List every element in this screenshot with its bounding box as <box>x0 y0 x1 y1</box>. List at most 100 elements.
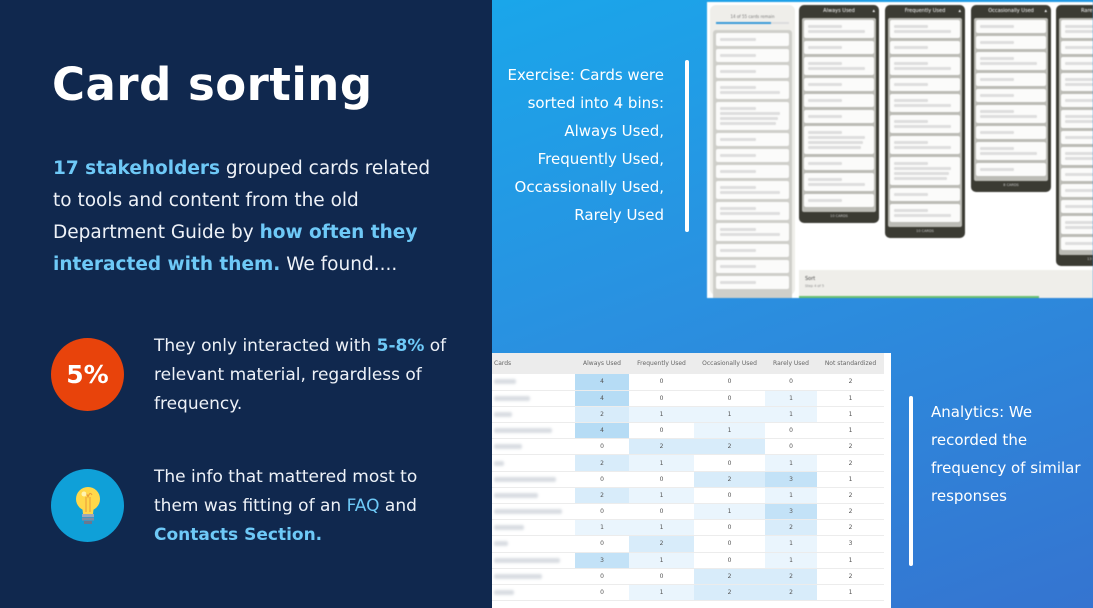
sort-card[interactable] <box>804 194 874 207</box>
page-title: Card sorting <box>52 58 373 111</box>
sort-card[interactable] <box>890 94 960 112</box>
bin-frequently-used[interactable]: Frequently Used 10 CARDS <box>885 5 965 238</box>
count-cell: 2 <box>575 454 629 472</box>
count-cell: 0 <box>765 422 817 440</box>
sort-card[interactable] <box>1061 216 1093 234</box>
sort-card[interactable] <box>890 78 960 91</box>
count-cell: 0 <box>629 374 694 391</box>
count-cell: 1 <box>629 584 694 602</box>
sort-card[interactable] <box>976 126 1046 139</box>
sort-card[interactable] <box>976 105 1046 123</box>
sort-card[interactable] <box>976 163 1046 176</box>
count-cell: 3 <box>765 503 817 521</box>
sort-card[interactable] <box>1061 200 1093 213</box>
bin-occasionally-used[interactable]: Occasionally Used 8 CARDS <box>971 5 1051 192</box>
sort-card[interactable] <box>716 244 789 257</box>
column-header[interactable]: Not standardized <box>817 353 884 374</box>
sort-card[interactable] <box>716 65 789 78</box>
sort-card[interactable] <box>1061 20 1093 38</box>
sort-card[interactable] <box>1061 94 1093 107</box>
bin-always-used[interactable]: Always Used 10 CARDS <box>799 5 879 223</box>
count-cell: 0 <box>629 568 694 585</box>
count-cell: 0 <box>575 503 629 521</box>
table-row: 00222 <box>492 568 884 585</box>
sort-label: Sort <box>805 276 816 282</box>
count-cell: 1 <box>817 471 884 488</box>
right-panel: Exercise: Cards were sorted into 4 bins:… <box>492 0 1093 608</box>
column-header[interactable]: Frequently Used <box>629 353 694 374</box>
sort-card[interactable] <box>804 173 874 191</box>
sort-card[interactable] <box>890 41 960 54</box>
count-cell: 2 <box>765 568 817 585</box>
sort-card[interactable] <box>890 57 960 75</box>
sort-card[interactable] <box>804 20 874 38</box>
sort-card[interactable] <box>716 165 789 178</box>
sort-card[interactable] <box>976 36 1046 49</box>
sort-card[interactable] <box>976 73 1046 86</box>
sort-card[interactable] <box>716 33 789 46</box>
sort-card[interactable] <box>976 89 1046 102</box>
analytics-caption: Analytics: We recorded the frequency of … <box>931 403 1081 505</box>
count-cell: 3 <box>817 535 884 553</box>
card-name-cell <box>492 422 575 440</box>
column-header[interactable]: Occasionally Used <box>694 353 765 374</box>
redacted-card-name <box>494 557 560 563</box>
finding-text-part: They only interacted with <box>154 336 377 356</box>
sort-card[interactable] <box>1061 110 1093 128</box>
bin-header[interactable]: Rarely Used <box>1059 5 1093 18</box>
count-cell: 1 <box>817 422 884 440</box>
sort-card[interactable] <box>890 188 960 201</box>
count-cell: 0 <box>575 438 629 456</box>
redacted-card-name <box>494 411 512 417</box>
sort-card[interactable] <box>1061 168 1093 181</box>
sort-card[interactable] <box>804 157 874 170</box>
bin-rarely-used[interactable]: Rarely Used 13 CARDS <box>1056 5 1093 266</box>
sort-card[interactable] <box>1061 41 1093 54</box>
sort-card[interactable] <box>890 204 960 222</box>
faq-highlight: FAQ <box>346 496 380 516</box>
count-cell: 4 <box>575 422 629 440</box>
sort-card[interactable] <box>976 142 1046 160</box>
sort-card[interactable] <box>804 41 874 54</box>
bin-header[interactable]: Frequently Used <box>888 5 962 18</box>
sort-card[interactable] <box>804 110 874 123</box>
sort-card[interactable] <box>804 94 874 107</box>
redacted-card-name <box>494 541 508 547</box>
sort-card[interactable] <box>976 20 1046 33</box>
count-cell: 0 <box>629 422 694 440</box>
column-header[interactable]: Rarely Used <box>765 353 817 374</box>
sort-card[interactable] <box>890 20 960 38</box>
card-name-cell <box>492 503 575 521</box>
sort-card[interactable] <box>716 102 789 130</box>
column-header[interactable]: Cards <box>492 353 575 374</box>
sort-card[interactable] <box>716 81 789 99</box>
sort-card[interactable] <box>1061 237 1093 250</box>
count-cell: 1 <box>629 487 694 505</box>
sort-card[interactable] <box>804 78 874 91</box>
sort-card[interactable] <box>1061 147 1093 165</box>
bin-header[interactable]: Occasionally Used <box>974 5 1048 18</box>
sort-card[interactable] <box>1061 73 1093 91</box>
sort-card[interactable] <box>716 276 789 289</box>
sort-card[interactable] <box>804 126 874 154</box>
sort-card[interactable] <box>1061 184 1093 197</box>
sort-card[interactable] <box>716 49 789 62</box>
sort-card[interactable] <box>976 52 1046 70</box>
sort-card[interactable] <box>890 157 960 185</box>
sort-card[interactable] <box>716 133 789 146</box>
sort-card[interactable] <box>1061 131 1093 144</box>
sort-card[interactable] <box>716 149 789 162</box>
redacted-card-name <box>494 476 556 482</box>
sort-card[interactable] <box>1061 57 1093 70</box>
bin-header[interactable]: Always Used <box>802 5 876 18</box>
count-cell: 2 <box>575 406 629 424</box>
sort-card[interactable] <box>890 115 960 133</box>
card-name-cell <box>492 406 575 424</box>
sort-card[interactable] <box>716 260 789 273</box>
sort-card[interactable] <box>716 223 789 241</box>
sort-card[interactable] <box>804 57 874 75</box>
sort-card[interactable] <box>890 136 960 154</box>
sort-card[interactable] <box>716 181 789 199</box>
column-header[interactable]: Always Used <box>575 353 629 374</box>
sort-card[interactable] <box>716 202 789 220</box>
